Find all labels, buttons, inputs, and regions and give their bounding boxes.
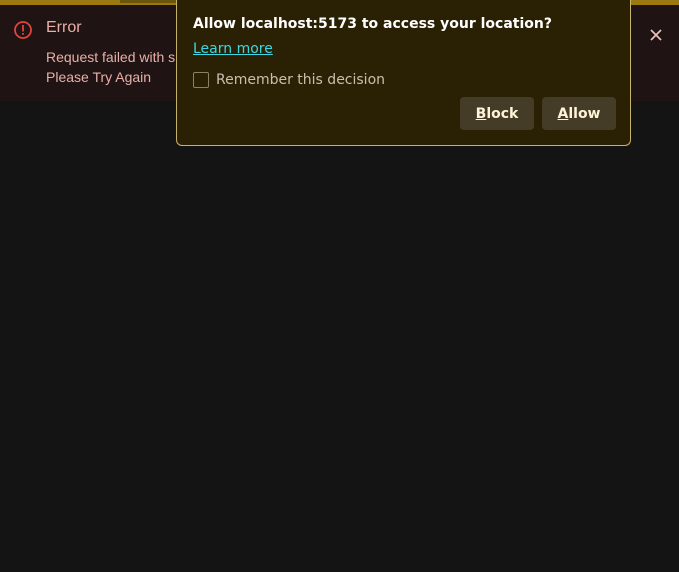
- location-permission-popup: Allow localhost:5173 to access your loca…: [176, 0, 631, 146]
- close-icon[interactable]: [646, 25, 666, 45]
- remember-decision-label[interactable]: Remember this decision: [216, 72, 385, 88]
- block-button[interactable]: Block: [460, 97, 534, 130]
- permission-question: Allow localhost:5173 to access your loca…: [193, 16, 552, 32]
- top-strip-tab: [120, 0, 176, 3]
- error-message-line-1: Request failed with s: [46, 49, 176, 65]
- remember-decision-row[interactable]: Remember this decision: [193, 71, 385, 89]
- error-title: Error: [46, 19, 82, 36]
- allow-button-label: Allow: [557, 105, 601, 122]
- error-circle-icon: [13, 20, 33, 40]
- allow-button[interactable]: Allow: [542, 97, 616, 130]
- error-message: Request failed with s Please Try Again: [46, 47, 175, 87]
- learn-more-link[interactable]: Learn more: [193, 41, 273, 57]
- remember-decision-checkbox[interactable]: [193, 72, 209, 88]
- block-button-label: Block: [475, 105, 519, 122]
- error-message-line-2: Please Try Again: [46, 69, 152, 85]
